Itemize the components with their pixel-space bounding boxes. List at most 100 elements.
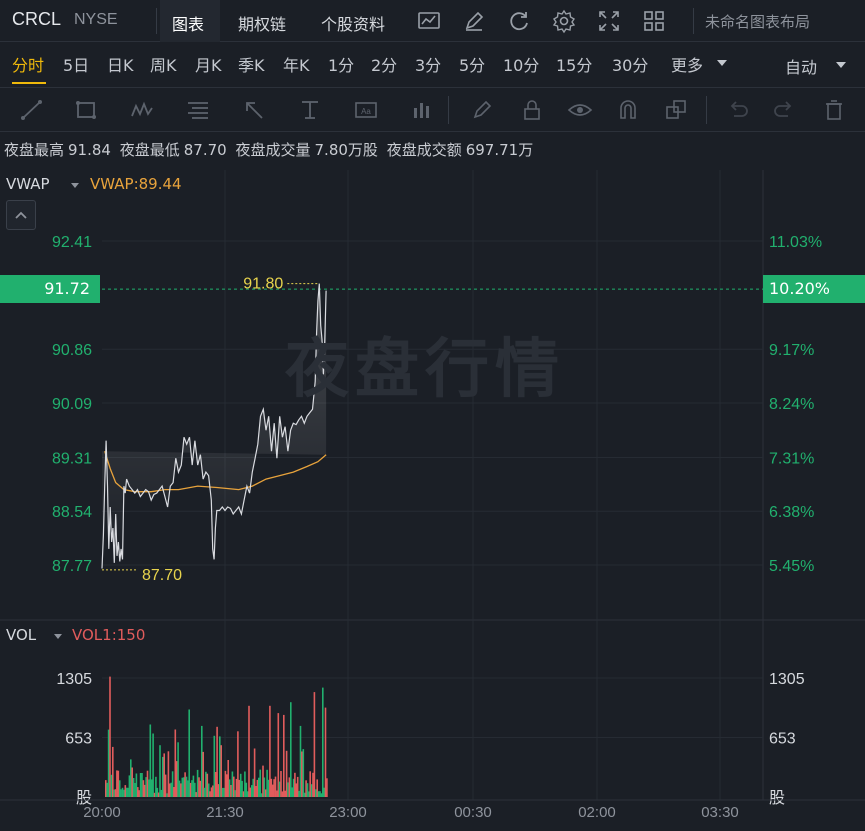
- volume-bar: [226, 774, 228, 797]
- volume-bar: [148, 779, 150, 797]
- volume-bar: [235, 778, 238, 797]
- volume-bar: [270, 778, 273, 797]
- volume-bar: [267, 779, 270, 797]
- volume-bar: [242, 791, 245, 797]
- volume-bar: [194, 782, 196, 797]
- volume-bar: [205, 771, 207, 797]
- volume-bar: [114, 789, 117, 797]
- volume-bar: [107, 729, 110, 797]
- volume-bar: [135, 773, 138, 797]
- volume-bar: [160, 789, 163, 797]
- vwap-indicator-label[interactable]: VWAP: [6, 175, 50, 193]
- chevron-down-icon[interactable]: [71, 183, 79, 188]
- volume-bar: [299, 725, 302, 797]
- volume-bar: [137, 787, 139, 797]
- volume-bar: [152, 733, 154, 797]
- chevron-up-icon: [15, 211, 27, 219]
- time-tick-label: 02:00: [578, 804, 616, 821]
- volume-ma-value: VOL1:150: [72, 626, 146, 644]
- volume-bar: [294, 772, 296, 797]
- volume-bar: [280, 771, 282, 797]
- volume-bar: [184, 772, 186, 797]
- volume-bar: [141, 773, 143, 797]
- volume-bar: [143, 784, 146, 797]
- collapse-panel-button[interactable]: [6, 200, 36, 230]
- volume-bar: [269, 705, 271, 797]
- volume-bar: [273, 779, 275, 797]
- volume-bar: [113, 789, 115, 797]
- volume-bar: [117, 770, 120, 797]
- chevron-down-icon[interactable]: [54, 634, 62, 639]
- volume-bar: [145, 777, 147, 797]
- volume-bar: [231, 771, 234, 797]
- volume-bar: [253, 748, 256, 797]
- time-tick-label: 21:30: [206, 804, 244, 821]
- volume-bar: [138, 790, 140, 797]
- volume-bar: [178, 780, 181, 797]
- volume-bar: [120, 789, 122, 797]
- volume-bar: [322, 687, 324, 797]
- volume-bar: [212, 785, 214, 797]
- volume-bar: [150, 779, 153, 797]
- volume-bar: [298, 790, 300, 797]
- volume-bar: [214, 772, 217, 797]
- volume-bar: [106, 782, 108, 797]
- volume-bar: [316, 779, 318, 797]
- volume-bar: [199, 780, 202, 797]
- volume-bar: [324, 707, 327, 797]
- volume-tick-label: 653: [769, 730, 796, 747]
- low-marker-label: 87.70: [142, 567, 182, 584]
- percent-tick-label: 9.17%: [769, 342, 814, 359]
- percent-tick-label: 6.38%: [769, 504, 814, 521]
- price-tick-label: 88.54: [52, 504, 92, 521]
- volume-bar: [309, 771, 311, 797]
- volume-indicator-label[interactable]: VOL: [6, 626, 36, 644]
- volume-bar: [266, 769, 268, 797]
- price-tick-label: 89.31: [52, 450, 92, 467]
- volume-bar: [241, 780, 243, 797]
- volume-bar: [310, 784, 313, 797]
- volume-bar: [181, 777, 184, 797]
- volume-bar: [287, 782, 289, 797]
- volume-bar: [248, 705, 250, 797]
- volume-bar: [130, 759, 132, 797]
- volume-bar: [264, 789, 267, 797]
- volume-bar: [166, 793, 168, 797]
- volume-bar: [149, 724, 152, 797]
- volume-tick-label: 653: [65, 730, 92, 747]
- volume-bar: [116, 770, 118, 797]
- volume-bar: [278, 781, 281, 797]
- percent-tick-label: 7.31%: [769, 450, 814, 467]
- volume-bar: [155, 776, 157, 797]
- volume-bar: [180, 783, 182, 797]
- volume-bar: [326, 778, 328, 797]
- volume-bar: [207, 783, 210, 797]
- volume-bar: [258, 777, 260, 797]
- volume-bar: [284, 790, 286, 797]
- volume-bar: [276, 790, 278, 797]
- price-tick-label: 87.77: [52, 558, 92, 575]
- percent-tick-label: 11.03%: [769, 234, 822, 251]
- volume-bar: [220, 745, 222, 797]
- volume-bar: [256, 779, 259, 797]
- percent-tick-label: 8.24%: [769, 396, 814, 413]
- high-marker-label: 91.80: [243, 276, 283, 293]
- price-tick-label: 90.86: [52, 342, 92, 359]
- volume-bar: [201, 725, 203, 797]
- volume-bar: [131, 767, 133, 797]
- intraday-chart[interactable]: 92.41 90.86 90.09 89.31 88.54 87.77 11.03% 9.17…: [0, 0, 865, 831]
- volume-bar: [163, 753, 165, 797]
- volume-bar: [303, 792, 306, 797]
- volume-bar: [191, 780, 193, 797]
- volume-bar: [255, 786, 257, 797]
- volume-bar: [320, 793, 323, 797]
- current-percent-tag: 10.20%: [763, 275, 865, 304]
- volume-bar: [288, 777, 291, 797]
- volume-bar: [206, 773, 209, 797]
- volume-bar: [159, 745, 161, 797]
- volume-bar: [109, 676, 111, 797]
- volume-bar: [251, 785, 253, 797]
- volume-bar: [162, 756, 164, 797]
- volume-bar: [134, 783, 136, 797]
- volume-bar: [296, 776, 299, 797]
